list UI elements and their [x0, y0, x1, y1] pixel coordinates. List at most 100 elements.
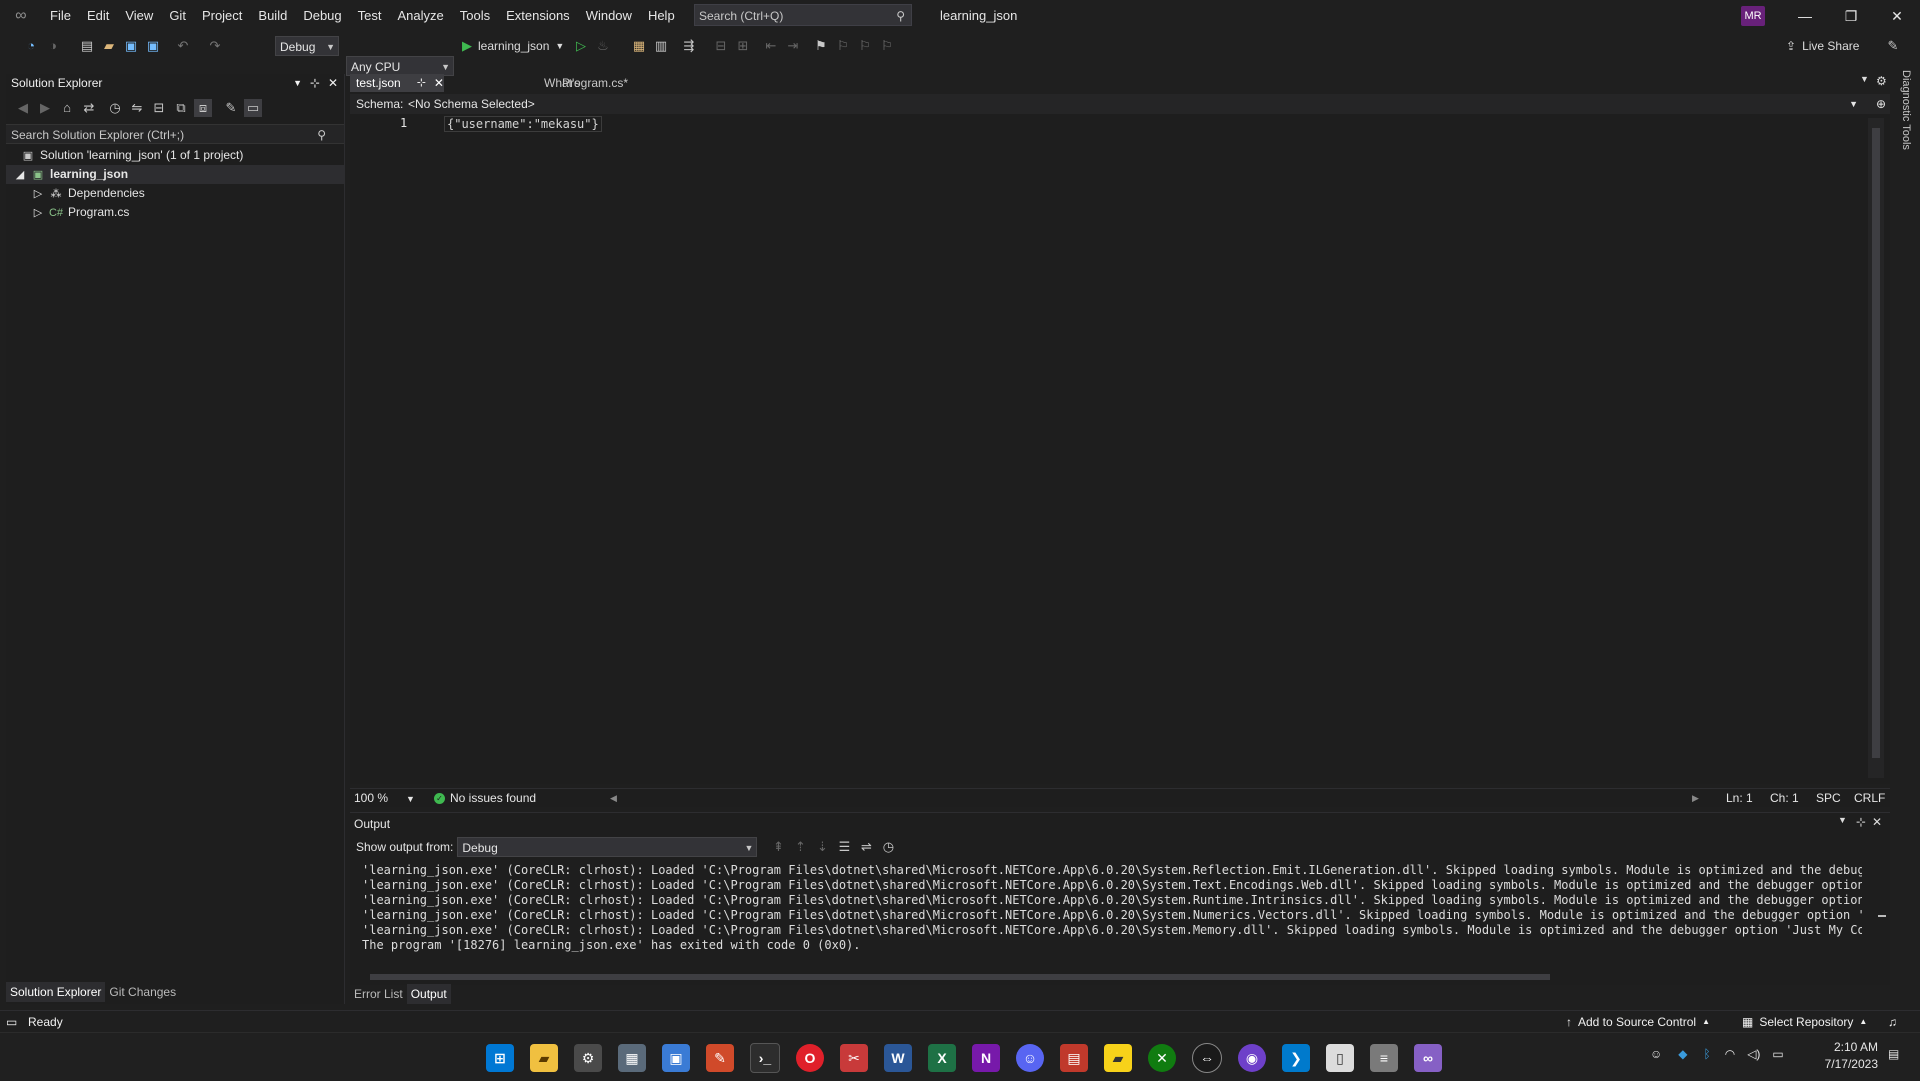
- layout-icon[interactable]: ▥: [652, 37, 670, 55]
- clock[interactable]: 2:10 AM 7/17/2023: [1818, 1039, 1878, 1073]
- opera-icon[interactable]: O: [796, 1044, 824, 1072]
- menu-build[interactable]: Build: [250, 0, 295, 32]
- file-explorer-icon[interactable]: ▰: [530, 1044, 558, 1072]
- save-icon[interactable]: ▣: [122, 37, 140, 55]
- menu-file[interactable]: File: [42, 0, 79, 32]
- close-icon[interactable]: ✕: [1872, 815, 1882, 829]
- database-icon[interactable]: ≡: [1370, 1044, 1398, 1072]
- output-horizontal-scrollbar[interactable]: [356, 971, 1874, 983]
- sync-icon[interactable]: ⇋: [128, 99, 146, 117]
- start-without-debugging-icon[interactable]: ▷: [572, 37, 590, 55]
- tab-solution-explorer[interactable]: Solution Explorer: [6, 982, 106, 1002]
- tab-whats-new[interactable]: What's New?: [444, 74, 580, 108]
- output-source-select[interactable]: Debug ▼: [457, 837, 758, 857]
- pin-icon[interactable]: ⊹: [310, 74, 320, 92]
- scrollbar-thumb[interactable]: [1878, 915, 1886, 917]
- minimize-icon[interactable]: —: [1782, 0, 1828, 32]
- comment-icon[interactable]: ⊟: [712, 37, 730, 55]
- close-icon[interactable]: ✕: [1874, 0, 1920, 32]
- paint-icon[interactable]: ✎: [706, 1044, 734, 1072]
- chevron-down-icon[interactable]: ▼: [293, 74, 302, 92]
- security-tray-icon[interactable]: ◆: [1678, 1047, 1687, 1061]
- whitespace-indicator[interactable]: SPC: [1816, 789, 1841, 807]
- line-indicator[interactable]: Ln: 1: [1726, 789, 1753, 807]
- bluetooth-icon[interactable]: ᛒ: [1704, 1047, 1711, 1061]
- collapsed-arrow-icon[interactable]: ▷: [32, 204, 44, 223]
- back-icon[interactable]: ◀: [14, 99, 32, 117]
- output-text[interactable]: 'learning_json.exe' (CoreCLR: clrhost): …: [362, 863, 1862, 963]
- tab-error-list[interactable]: Error List: [350, 984, 407, 1004]
- menu-debug[interactable]: Debug: [295, 0, 349, 32]
- outdent-icon[interactable]: ⇥: [784, 37, 802, 55]
- menu-help[interactable]: Help: [640, 0, 683, 32]
- snipping-tool-icon[interactable]: ✂: [840, 1044, 868, 1072]
- close-icon[interactable]: ✕: [328, 74, 338, 92]
- word-wrap-icon[interactable]: ⇌: [857, 838, 875, 856]
- feedback-icon[interactable]: ✎: [1884, 37, 1902, 55]
- tree-item-project[interactable]: ◢ ▣ learning_json: [6, 165, 344, 184]
- settings-icon[interactable]: ⚙: [574, 1044, 602, 1072]
- bookmark-icon[interactable]: ⚑: [812, 37, 830, 55]
- vertical-scrollbar[interactable]: [1868, 118, 1884, 778]
- search-box[interactable]: Search (Ctrl+Q) ⚲: [694, 4, 912, 26]
- menu-git[interactable]: Git: [161, 0, 194, 32]
- menu-window[interactable]: Window: [578, 0, 640, 32]
- visual-studio-icon[interactable]: ∞: [1414, 1044, 1442, 1072]
- collapsed-arrow-icon[interactable]: ▷: [32, 185, 44, 204]
- tree-item-solution[interactable]: ▣ Solution 'learning_json' (1 of 1 projec…: [6, 146, 344, 165]
- zoom-select[interactable]: 100 % ▼: [354, 789, 415, 808]
- diagnostic-tools-tab[interactable]: Diagnostic Tools: [1894, 70, 1916, 170]
- vscode-icon[interactable]: ❯: [1282, 1044, 1310, 1072]
- pin-icon[interactable]: ⊹: [417, 74, 426, 92]
- tab-list-dropdown-icon[interactable]: ▼: [1860, 74, 1869, 84]
- next-bookmark-icon[interactable]: ⚐: [856, 37, 874, 55]
- menu-extensions[interactable]: Extensions: [498, 0, 578, 32]
- terminal-icon[interactable]: ›_: [750, 1043, 780, 1073]
- menu-test[interactable]: Test: [350, 0, 390, 32]
- hot-reload-icon[interactable]: ♨: [594, 37, 612, 55]
- preview-icon[interactable]: ▭: [244, 99, 262, 117]
- new-project-icon[interactable]: ▤: [78, 37, 96, 55]
- wifi-icon[interactable]: ◠: [1725, 1047, 1735, 1061]
- restore-icon[interactable]: ❐: [1828, 0, 1874, 32]
- history-icon[interactable]: ◷: [106, 99, 124, 117]
- onenote-icon[interactable]: N: [972, 1044, 1000, 1072]
- pin-icon[interactable]: ⊹: [1856, 815, 1866, 829]
- show-all-files-icon[interactable]: ⧉: [172, 99, 190, 117]
- save-all-icon[interactable]: ▣: [144, 37, 162, 55]
- menu-analyze[interactable]: Analyze: [389, 0, 451, 32]
- xbox-icon[interactable]: ✕: [1148, 1044, 1176, 1072]
- battery-icon[interactable]: ▭: [1772, 1047, 1783, 1061]
- discord-tray-icon[interactable]: ☺: [1650, 1047, 1662, 1061]
- format-icon[interactable]: ⇶: [680, 37, 698, 55]
- menu-edit[interactable]: Edit: [79, 0, 117, 32]
- tab-output[interactable]: Output: [406, 984, 451, 1004]
- menu-view[interactable]: View: [117, 0, 161, 32]
- chevron-down-icon[interactable]: ▼: [1838, 815, 1847, 825]
- tree-item-dependencies[interactable]: ▷ ⁂ Dependencies: [6, 184, 344, 203]
- uncomment-icon[interactable]: ⊞: [734, 37, 752, 55]
- expanded-arrow-icon[interactable]: ◢: [14, 166, 26, 185]
- word-icon[interactable]: W: [884, 1044, 912, 1072]
- notifications-icon[interactable]: ♫: [1888, 1011, 1897, 1033]
- open-file-icon[interactable]: ▰: [100, 37, 118, 55]
- forward-icon[interactable]: ◑: [44, 37, 62, 55]
- scroll-right-icon[interactable]: ▶: [1692, 789, 1699, 807]
- back-icon[interactable]: ◔: [22, 37, 40, 55]
- tab-git-changes[interactable]: Git Changes: [105, 982, 180, 1002]
- remote-desktop-icon[interactable]: ▣: [662, 1044, 690, 1072]
- filter-icon[interactable]: ⧈: [194, 99, 212, 117]
- switch-views-icon[interactable]: ⇄: [80, 99, 98, 117]
- code-editor[interactable]: 1 {"username":"mekasu"}: [350, 114, 1890, 784]
- volume-icon[interactable]: ◁): [1747, 1047, 1760, 1061]
- timestamp-icon[interactable]: ◷: [879, 838, 897, 856]
- char-indicator[interactable]: Ch: 1: [1770, 789, 1799, 807]
- calculator-icon[interactable]: ▦: [618, 1044, 646, 1072]
- redo-icon[interactable]: ↷: [206, 37, 224, 55]
- windows-start-icon[interactable]: ⊞: [486, 1044, 514, 1072]
- menu-project[interactable]: Project: [194, 0, 250, 32]
- scrollbar-thumb[interactable]: [1872, 128, 1880, 758]
- tree-item-program-cs[interactable]: ▷ C# Program.cs: [6, 203, 344, 222]
- winrar-icon[interactable]: ▤: [1060, 1044, 1088, 1072]
- scrollbar-thumb[interactable]: [370, 974, 1550, 980]
